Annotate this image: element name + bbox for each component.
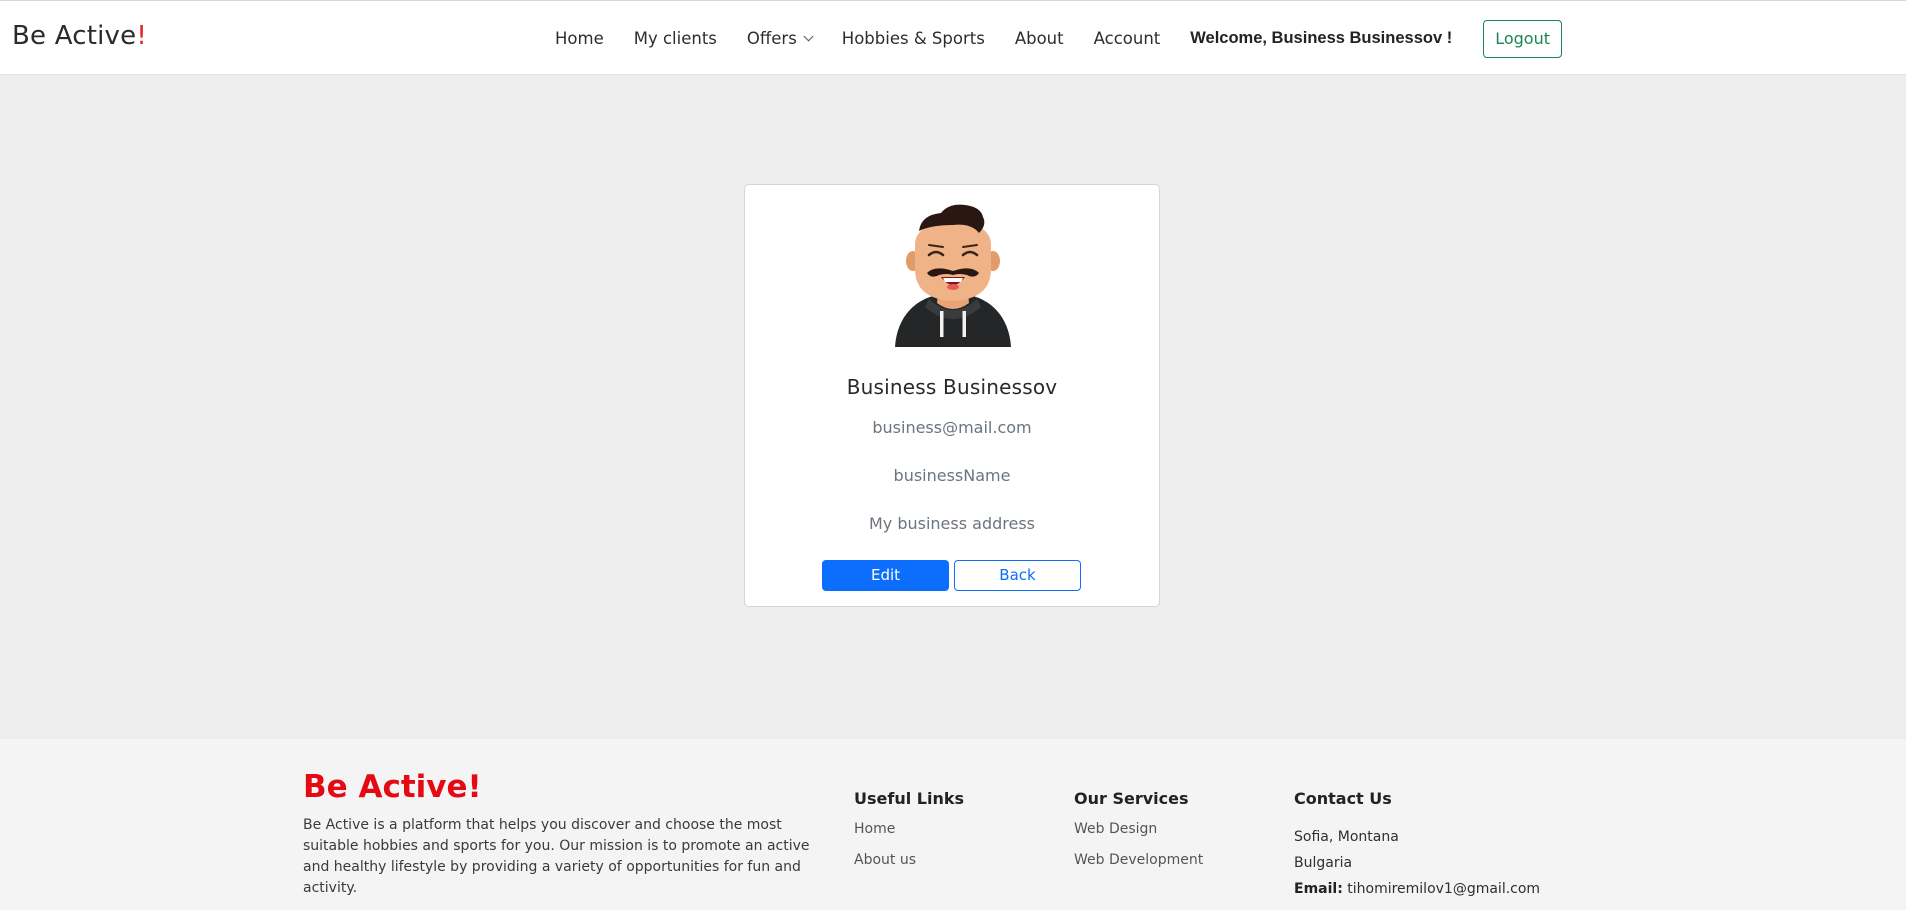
avatar xyxy=(895,204,1011,347)
brand-logo-accent: ! xyxy=(136,21,147,51)
footer-link-web-development[interactable]: Web Development xyxy=(1074,852,1203,868)
contact-email-line: Email: tihomiremilov1@gmail.com xyxy=(1294,876,1540,902)
profile-email: business@mail.com xyxy=(872,418,1032,437)
site-footer: Be Active! Be Active is a platform that … xyxy=(0,739,1906,910)
contact-country: Bulgaria xyxy=(1294,855,1353,871)
contact-heading: Contact Us xyxy=(1294,789,1392,808)
footer-useful-links: Useful Links Home About us xyxy=(854,789,964,883)
chevron-down-icon xyxy=(803,31,814,42)
top-navbar: Be Active! Home My clients Offers Hobbie… xyxy=(0,0,1906,75)
footer-link-about-us[interactable]: About us xyxy=(854,852,964,868)
nav-my-clients-link[interactable]: My clients xyxy=(634,29,717,48)
footer-description: Be Active is a platform that helps you d… xyxy=(303,817,810,896)
brand-logo[interactable]: Be Active! xyxy=(12,21,147,51)
profile-business-name: businessName xyxy=(893,466,1011,485)
footer-contact: Contact Us Sofia, Montana Bulgaria Email… xyxy=(1294,789,1540,902)
brand-logo-text: Be Active xyxy=(12,21,137,51)
nav-account-link[interactable]: Account xyxy=(1094,29,1161,48)
welcome-message: Welcome, Business Businessov ! xyxy=(1190,29,1453,47)
contact-email[interactable]: tihomiremilov1@gmail.com xyxy=(1347,881,1540,897)
main-nav: Home My clients Offers Hobbies & Sports … xyxy=(555,1,1562,76)
footer-brand: Be Active! xyxy=(303,769,482,805)
profile-card: Business Businessov business@mail.com bu… xyxy=(744,184,1160,607)
profile-name: Business Businessov xyxy=(846,375,1058,399)
nav-offers-label: Offers xyxy=(746,29,797,48)
nav-home-link[interactable]: Home xyxy=(555,29,604,48)
nav-offers-dropdown[interactable]: Offers xyxy=(746,29,814,48)
footer-services: Our Services Web Design Web Development xyxy=(1074,789,1203,883)
contact-email-label: Email: xyxy=(1294,881,1343,897)
footer-link-home[interactable]: Home xyxy=(854,821,964,837)
edit-button[interactable]: Edit xyxy=(822,560,949,591)
profile-address: My business address xyxy=(868,514,1036,533)
nav-about-link[interactable]: About xyxy=(1015,29,1064,48)
logout-button[interactable]: Logout xyxy=(1483,19,1562,58)
useful-links-heading: Useful Links xyxy=(854,789,965,808)
services-heading: Our Services xyxy=(1074,789,1189,808)
contact-city: Sofia, Montana xyxy=(1294,829,1399,845)
back-button[interactable]: Back xyxy=(954,560,1081,591)
nav-hobbies-sports-link[interactable]: Hobbies & Sports xyxy=(842,29,985,48)
footer-link-web-design[interactable]: Web Design xyxy=(1074,821,1203,837)
